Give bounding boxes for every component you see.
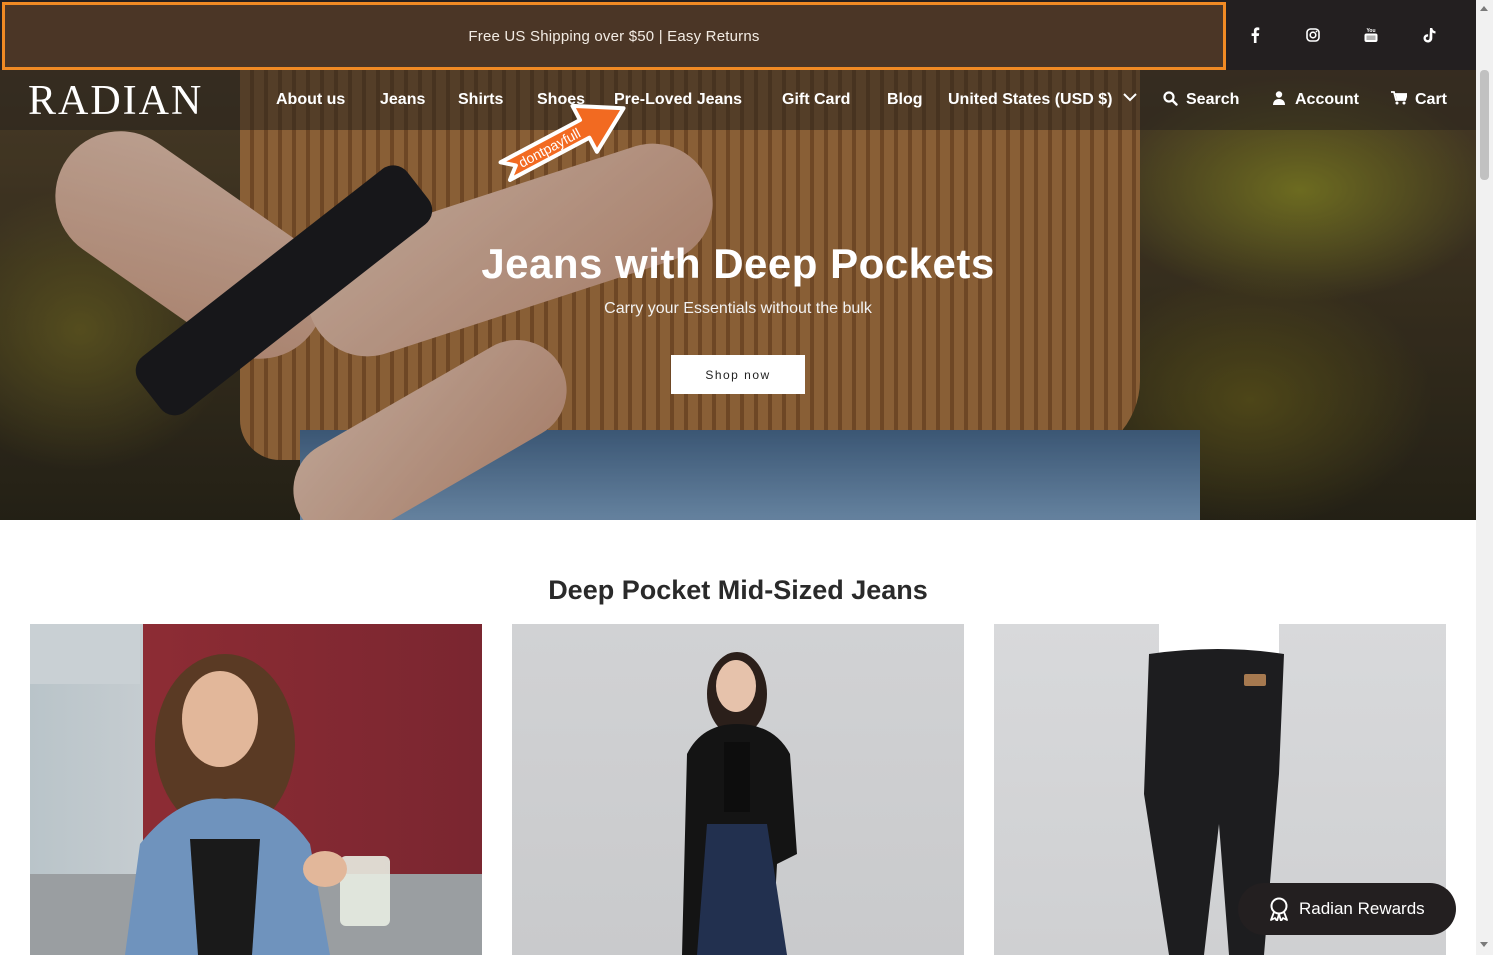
scroll-down-arrow[interactable] [1480, 942, 1488, 947]
youtube-icon[interactable]: You [1342, 0, 1400, 70]
award-ribbon-icon [1270, 897, 1288, 921]
cart-icon [1391, 91, 1409, 105]
currency-label: United States (USD $) [948, 91, 1113, 108]
search-button[interactable]: Search [1163, 90, 1239, 110]
main-navigation: RADIAN About us Jeans Shirts Shoes Pre-L… [0, 70, 1476, 130]
scroll-thumb[interactable] [1480, 70, 1489, 180]
page-scrollbar[interactable] [1476, 0, 1493, 955]
shop-now-button[interactable]: Shop now [671, 355, 805, 394]
nav-item-blog[interactable]: Blog [887, 90, 923, 110]
search-icon [1163, 91, 1178, 106]
announcement-text: Free US Shipping over $50 | Easy Returns [468, 27, 760, 45]
rewards-label: Radian Rewards [1299, 899, 1425, 918]
product-card[interactable] [512, 624, 964, 955]
svg-text:You: You [1366, 28, 1375, 34]
page: Free US Shipping over $50 | Easy Returns… [0, 0, 1493, 955]
product-card[interactable] [30, 624, 482, 955]
section-title: Deep Pocket Mid-Sized Jeans [548, 575, 928, 605]
scroll-up-arrow[interactable] [1480, 6, 1488, 11]
announcement-banner[interactable]: Free US Shipping over $50 | Easy Returns [2, 2, 1226, 70]
hero-overlay [0, 70, 1476, 520]
hero-banner [0, 70, 1476, 520]
hero-title: Jeans with Deep Pockets [481, 240, 995, 287]
rewards-button[interactable]: Radian Rewards [1238, 883, 1456, 935]
search-label: Search [1186, 91, 1240, 108]
nav-item-gift-card[interactable]: Gift Card [782, 90, 850, 110]
hero-subtitle: Carry your Essentials without the bulk [604, 300, 872, 317]
nav-item-jeans[interactable]: Jeans [380, 90, 425, 110]
top-bar: Free US Shipping over $50 | Easy Returns… [0, 0, 1476, 70]
instagram-icon[interactable] [1284, 0, 1342, 70]
account-button[interactable]: Account [1273, 90, 1359, 110]
product-image [682, 652, 797, 955]
account-label: Account [1295, 91, 1359, 108]
chevron-down-icon [1123, 93, 1137, 102]
tiktok-icon[interactable] [1400, 0, 1458, 70]
brand-logo[interactable]: RADIAN [28, 80, 203, 122]
product-image [30, 624, 482, 955]
facebook-icon[interactable] [1226, 0, 1284, 70]
social-links: You [1226, 0, 1458, 70]
nav-item-about-us[interactable]: About us [276, 90, 345, 110]
cart-label: Cart [1415, 91, 1448, 108]
promo-arrow-icon: dontpayfull [498, 103, 626, 182]
user-icon [1273, 91, 1285, 105]
currency-selector[interactable]: United States (USD $) [948, 90, 1137, 110]
cart-button[interactable]: Cart [1391, 90, 1447, 110]
